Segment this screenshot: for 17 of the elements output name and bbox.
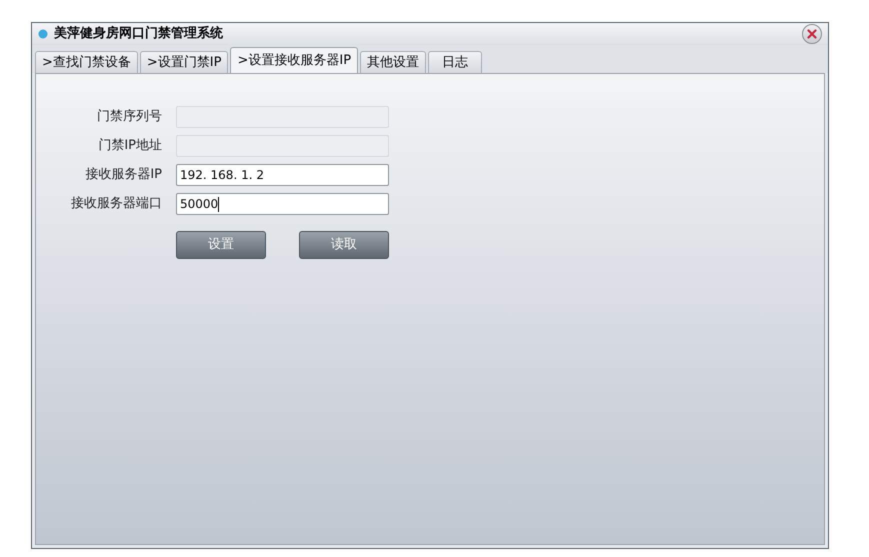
action-button[interactable]: 读取 (299, 231, 389, 259)
window-title: 美萍健身房网口门禁管理系统 (54, 24, 223, 44)
action-button[interactable]: 设置 (176, 231, 266, 259)
field-label: 门禁IP地址 (97, 137, 162, 156)
tab[interactable]: 日志 (428, 51, 482, 73)
close-icon (807, 29, 817, 39)
close-button[interactable] (802, 24, 822, 44)
input-field[interactable]: 50000 (176, 193, 389, 215)
field-label: 接收服务器端口 (70, 195, 162, 214)
field-label: 接收服务器IP (84, 166, 162, 184)
input-field[interactable]: 192. 168. 1. 2 (176, 164, 389, 186)
field-label: 门禁序列号 (96, 108, 162, 126)
tab[interactable]: >设置门禁IP (140, 51, 228, 73)
status-dot-icon (38, 29, 48, 39)
tab[interactable]: 其他设置 (360, 51, 426, 73)
tab[interactable]: >设置接收服务器IP (230, 47, 358, 73)
tab[interactable]: >查找门禁设备 (35, 51, 138, 73)
